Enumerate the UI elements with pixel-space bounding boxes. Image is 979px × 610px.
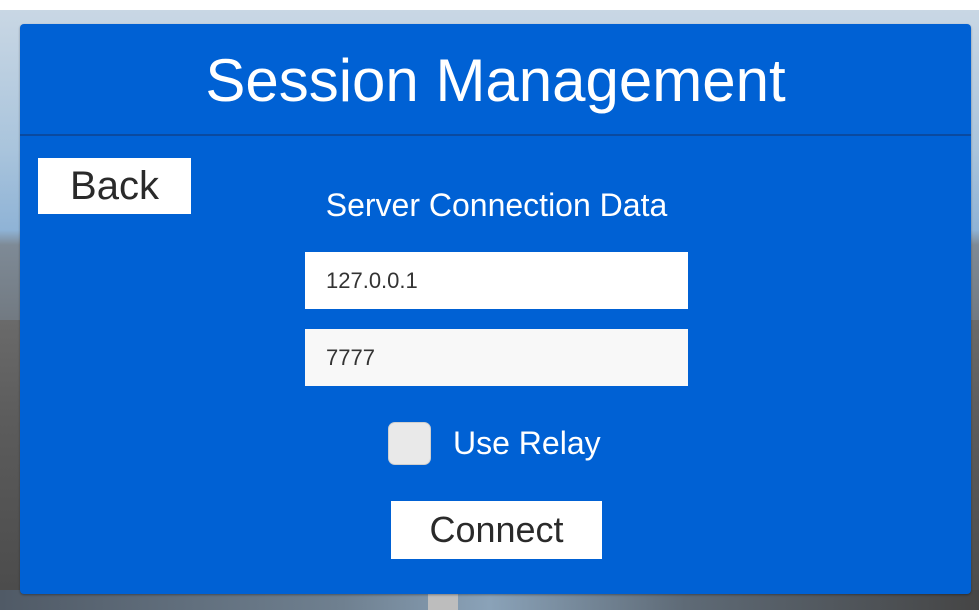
game-scene-background: Session Management Back Server Connectio… <box>0 0 979 610</box>
back-button[interactable]: Back <box>38 158 191 214</box>
panel-title: Session Management <box>205 47 786 114</box>
connect-button[interactable]: Connect <box>391 501 602 559</box>
panel-support-pole <box>428 592 458 610</box>
use-relay-toggle[interactable]: Use Relay <box>388 420 601 466</box>
use-relay-label: Use Relay <box>453 425 601 461</box>
ip-address-input[interactable] <box>305 252 688 309</box>
port-input[interactable] <box>305 329 688 386</box>
server-connection-heading: Server Connection Data <box>325 187 668 223</box>
use-relay-checkbox[interactable] <box>388 421 431 465</box>
panel-header: Session Management <box>20 24 971 136</box>
session-management-panel: Session Management Back Server Connectio… <box>20 24 971 594</box>
